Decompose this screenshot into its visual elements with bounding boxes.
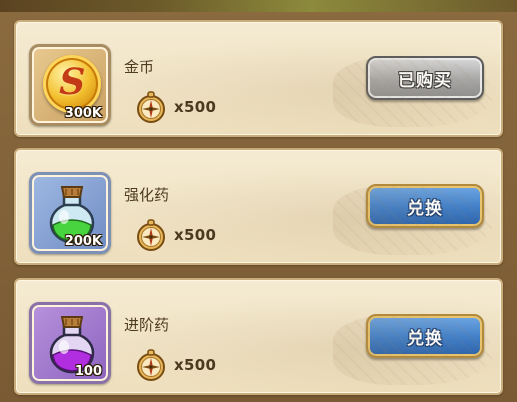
item-quantity: 200K xyxy=(64,234,102,249)
shop-row-gold: S 300K 金币 x500 已购买 xyxy=(14,20,503,137)
compass-icon xyxy=(137,91,165,123)
exchange-button[interactable]: 兑换 xyxy=(366,184,484,228)
item-name: 进阶药 xyxy=(124,316,170,334)
coin-s-glyph: S xyxy=(54,61,90,103)
compass-icon xyxy=(137,219,165,251)
cost-amount: x500 xyxy=(174,226,217,244)
exchange-button[interactable]: 兑换 xyxy=(366,314,484,358)
compass-icon xyxy=(137,349,165,381)
item-name: 强化药 xyxy=(124,186,170,204)
item-quantity: 100 xyxy=(74,364,102,379)
item-name: 金币 xyxy=(124,58,155,76)
item-icon-frame[interactable]: 200K xyxy=(29,172,111,254)
purchased-button[interactable]: 已购买 xyxy=(366,56,484,100)
shop-item-list[interactable]: S 300K 金币 x500 已购买 200K 强化药 x500 兑换 100 … xyxy=(0,10,517,402)
shop-row-enhance-potion: 200K 强化药 x500 兑换 xyxy=(14,148,503,265)
item-quantity: 300K xyxy=(64,106,102,121)
item-icon-frame[interactable]: S 300K xyxy=(29,44,111,126)
shop-row-advance-potion: 100 进阶药 x500 兑换 xyxy=(14,278,503,395)
cost-amount: x500 xyxy=(174,356,217,374)
gold-coin-icon: S xyxy=(43,55,101,113)
cost-amount: x500 xyxy=(174,98,217,116)
item-icon-frame[interactable]: 100 xyxy=(29,302,111,384)
